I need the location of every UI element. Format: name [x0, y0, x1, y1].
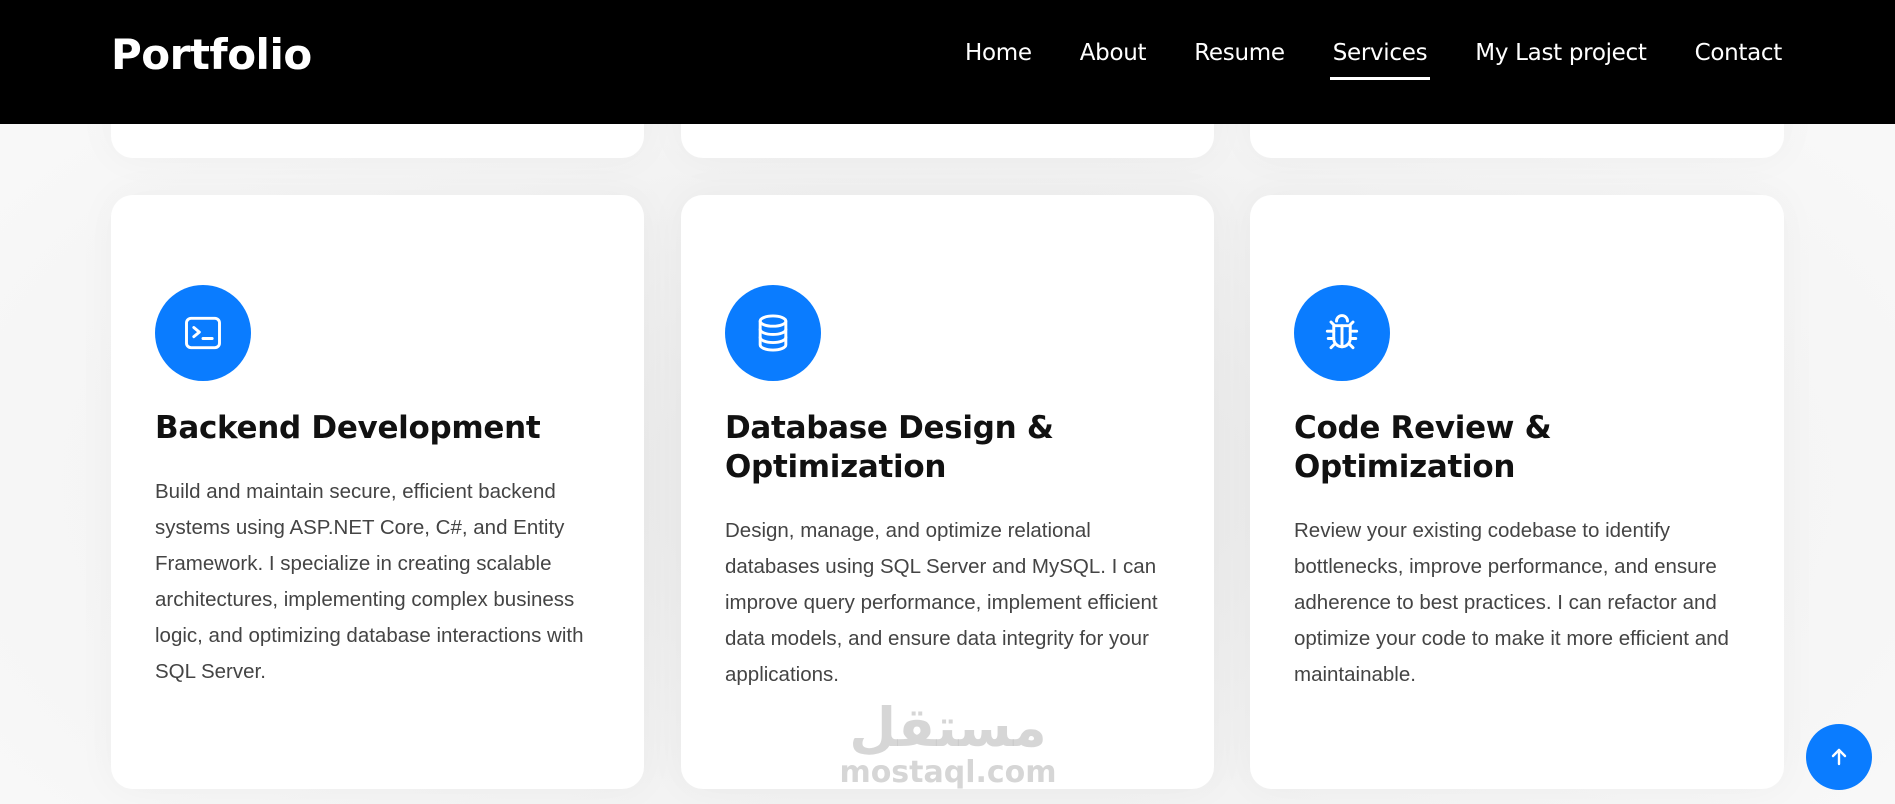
service-card-code-review: Code Review & Optimization Review your e… [1250, 195, 1784, 789]
scroll-to-top-button[interactable] [1806, 724, 1872, 790]
site-logo[interactable]: Portfolio [111, 30, 312, 79]
service-title: Code Review & Optimization [1294, 410, 1552, 485]
nav-item-about[interactable]: About [1080, 40, 1147, 80]
nav-item-services[interactable]: Services [1329, 40, 1430, 80]
service-title: Backend Development [155, 410, 541, 446]
site-header: Portfolio Home About Resume Services My … [0, 0, 1895, 124]
service-card-backend: Backend Development Build and maintain s… [111, 195, 644, 789]
nav-item-contact[interactable]: Contact [1695, 40, 1783, 80]
mostaql-watermark: مستقل mostaql.com [838, 700, 1058, 790]
terminal-icon [155, 285, 251, 381]
service-description: Review your existing codebase to identif… [1294, 519, 1729, 686]
database-icon [725, 285, 821, 381]
watermark-arabic: مستقل [849, 696, 1047, 759]
bug-icon [1294, 285, 1390, 381]
service-title: Database Design & Optimization [725, 410, 1054, 485]
nav-item-resume[interactable]: Resume [1194, 40, 1285, 80]
nav-item-my-last-project[interactable]: My Last project [1475, 40, 1647, 80]
nav-item-home[interactable]: Home [965, 40, 1032, 80]
main-nav: Home About Resume Services My Last proje… [917, 40, 1782, 80]
service-description: Design, manage, and optimize relational … [725, 519, 1158, 686]
watermark-latin: mostaql.com [839, 755, 1057, 790]
service-description: Build and maintain secure, efficient bac… [155, 480, 584, 683]
arrow-up-icon [1831, 748, 1847, 766]
